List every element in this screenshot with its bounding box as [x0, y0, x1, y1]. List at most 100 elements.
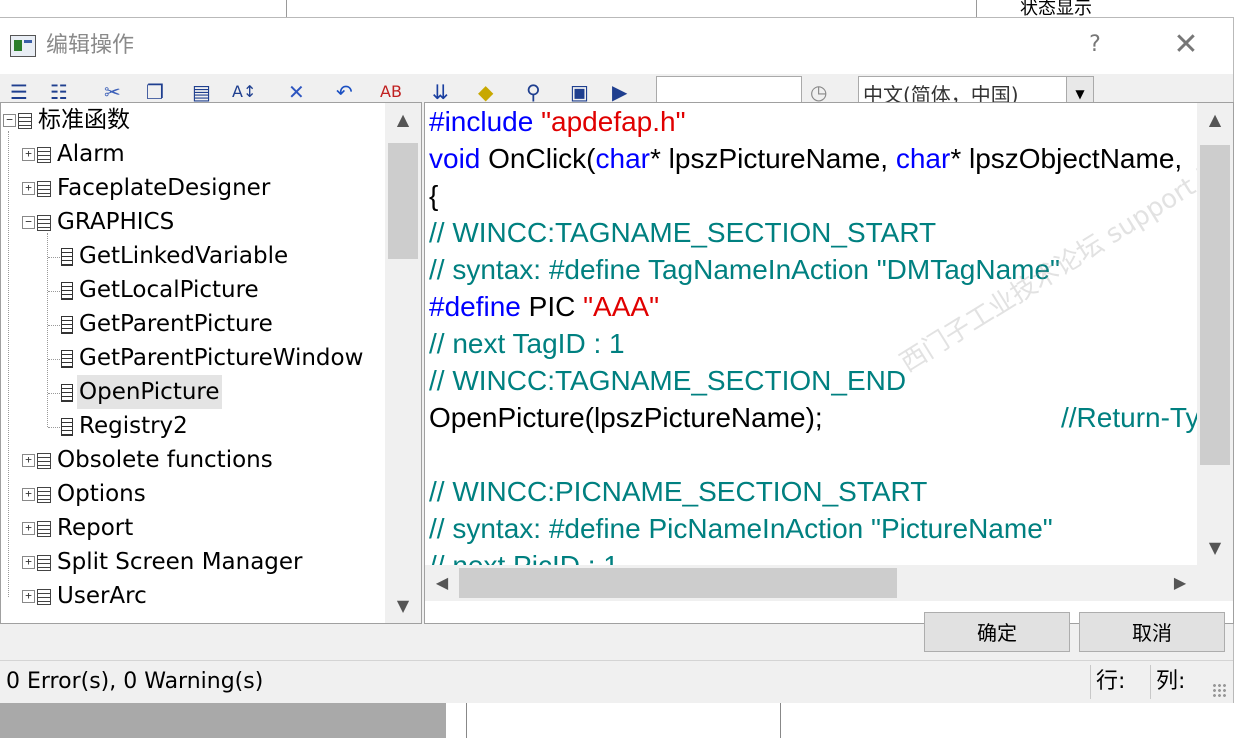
code-vertical-scrollbar[interactable]: ▲ ▼: [1197, 103, 1233, 565]
tree-item-split-screen-manager[interactable]: + Split Screen Manager: [22, 545, 305, 579]
chevron-down-icon[interactable]: ▼: [1066, 77, 1093, 104]
clock-icon[interactable]: ◷: [810, 80, 827, 104]
code-text-area[interactable]: #include "apdefap.h" void OnClick(char* …: [429, 103, 1199, 565]
tree-guide-line: [48, 257, 60, 258]
expand-icon[interactable]: +: [22, 148, 35, 161]
code-line: {: [429, 180, 439, 211]
tree-item-faceplatedesigner[interactable]: + FaceplateDesigner: [22, 171, 272, 205]
expand-icon[interactable]: +: [22, 590, 35, 603]
background-app-header: 状态显示: [0, 0, 1244, 19]
chevron-up-icon[interactable]: ▲: [1197, 103, 1233, 137]
close-button[interactable]: ✕: [1168, 28, 1204, 62]
tree-vertical-scrollbar[interactable]: ▲ ▼: [385, 103, 421, 623]
expand-icon[interactable]: +: [22, 454, 35, 467]
chevron-down-icon[interactable]: ▼: [1197, 531, 1233, 565]
code-line: // next TagID : 1: [429, 328, 625, 359]
tree-item-getparentpicture[interactable]: GetParentPicture: [61, 307, 275, 341]
function-icon: [61, 315, 73, 334]
function-icon: [61, 247, 73, 266]
tree-item-obsolete-functions[interactable]: + Obsolete functions: [22, 443, 275, 477]
background-divider: [466, 702, 467, 738]
paste-icon[interactable]: ▤: [192, 80, 211, 104]
chevron-up-icon[interactable]: ▲: [385, 103, 421, 137]
error-warning-count: 0 Error(s), 0 Warning(s): [6, 669, 264, 694]
background-right-strip: [1233, 18, 1244, 702]
tree-item-registry2[interactable]: Registry2: [61, 409, 190, 443]
function-icon: [61, 349, 73, 368]
tree-item-getlinkedvariable[interactable]: GetLinkedVariable: [61, 239, 290, 273]
tree-item-userarc[interactable]: + UserArc: [22, 579, 149, 613]
code-editor[interactable]: #include "apdefap.h" void OnClick(char* …: [424, 102, 1234, 624]
tree-item-report[interactable]: + Report: [22, 511, 135, 545]
tree-item-alarm[interactable]: + Alarm: [22, 137, 127, 171]
status-bar: 0 Error(s), 0 Warning(s) 行: 列:: [0, 660, 1233, 703]
cut-icon[interactable]: ✂: [104, 80, 121, 104]
tree-guide-line: [48, 325, 60, 326]
delete-icon[interactable]: ✕: [288, 80, 305, 104]
folder-icon: [37, 180, 51, 197]
status-divider: [1150, 665, 1151, 699]
indent-icon[interactable]: ☷: [50, 80, 68, 104]
tree-root-standard-functions[interactable]: − 标准函数: [3, 103, 132, 137]
column-indicator: 列:: [1156, 669, 1186, 694]
import-icon[interactable]: ▣: [570, 80, 589, 104]
row-indicator: 行:: [1096, 669, 1126, 694]
package-icon[interactable]: ◆: [478, 80, 493, 104]
function-tree[interactable]: − 标准函数 + Alarm + FaceplateDesigner − GRAPHIC…: [0, 102, 422, 624]
align-left-icon[interactable]: ☰: [10, 80, 28, 104]
tree-item-graphics[interactable]: − GRAPHICS: [22, 205, 176, 239]
code-line: void OnClick(char* lpszPictureName, char…: [429, 143, 1190, 174]
folder-icon: [37, 554, 51, 571]
compile-icon[interactable]: ⚲: [526, 80, 541, 104]
export-icon[interactable]: ▶: [612, 80, 627, 104]
chevron-left-icon[interactable]: ◀: [425, 565, 459, 601]
title-bar[interactable]: 编辑操作 ? ✕: [0, 18, 1233, 74]
code-line: // syntax: #define TagNameInAction "DMTa…: [429, 254, 1060, 285]
chevron-down-icon[interactable]: ▼: [385, 589, 421, 623]
help-button[interactable]: ?: [1080, 28, 1110, 62]
background-status-item[interactable]: 状态显示: [1020, 0, 1092, 18]
dialog-title: 编辑操作: [46, 33, 135, 58]
copy-icon[interactable]: ❐: [146, 80, 164, 104]
tree-item-options[interactable]: + Options: [22, 477, 148, 511]
code-vscroll-thumb[interactable]: [1200, 145, 1230, 465]
undo-icon[interactable]: ↶: [336, 80, 353, 104]
spellcheck-icon[interactable]: AB: [380, 80, 402, 104]
resize-grip-icon[interactable]: [1212, 683, 1228, 699]
tree-item-openpicture[interactable]: OpenPicture: [61, 375, 222, 409]
collapse-icon[interactable]: −: [22, 216, 35, 229]
code-line-comment: //Return-Type: void: [1061, 402, 1199, 433]
collapse-icon[interactable]: −: [3, 114, 16, 127]
folder-icon: [18, 112, 32, 129]
background-gray-area: [0, 702, 446, 738]
cancel-button[interactable]: 取消: [1079, 612, 1225, 652]
folder-icon: [37, 588, 51, 605]
background-divider: [976, 0, 977, 18]
tree-guide-line: [8, 131, 9, 597]
tree-scroll-thumb[interactable]: [388, 143, 418, 259]
app-icon: [10, 35, 36, 57]
tree-guide-line: [48, 359, 60, 360]
expand-icon[interactable]: +: [22, 182, 35, 195]
code-hscroll-thumb[interactable]: [459, 568, 897, 598]
code-line: #include "apdefap.h": [429, 106, 686, 137]
function-icon: [61, 281, 73, 300]
trigger-combo[interactable]: [656, 76, 802, 104]
expand-icon[interactable]: +: [22, 488, 35, 501]
background-app-footer: [0, 702, 1244, 738]
tree-item-getlocalpicture[interactable]: GetLocalPicture: [61, 273, 261, 307]
code-line: // syntax: #define PicNameInAction "Pict…: [429, 513, 1053, 544]
expand-icon[interactable]: +: [22, 556, 35, 569]
language-select[interactable]: 中文(简体，中国) ▼: [858, 76, 1094, 104]
folder-icon: [37, 486, 51, 503]
tree-guide-line: [48, 393, 60, 394]
edit-action-dialog: 编辑操作 ? ✕ ☰ ☷ ✂ ❐ ▤ A↕ ✕ ↶ AB ⇊ ◆ ⚲ ▣ ▶ ◷…: [0, 18, 1234, 703]
code-horizontal-scrollbar[interactable]: ◀ ▶: [425, 565, 1197, 601]
sort-icon[interactable]: A↕: [232, 80, 256, 104]
ok-button[interactable]: 确定: [924, 612, 1070, 652]
tree-guide-line: [48, 291, 60, 292]
arrows-icon[interactable]: ⇊: [432, 80, 449, 104]
tree-item-getparentpicturewindow[interactable]: GetParentPictureWindow: [61, 341, 365, 375]
expand-icon[interactable]: +: [22, 522, 35, 535]
chevron-right-icon[interactable]: ▶: [1163, 565, 1197, 601]
